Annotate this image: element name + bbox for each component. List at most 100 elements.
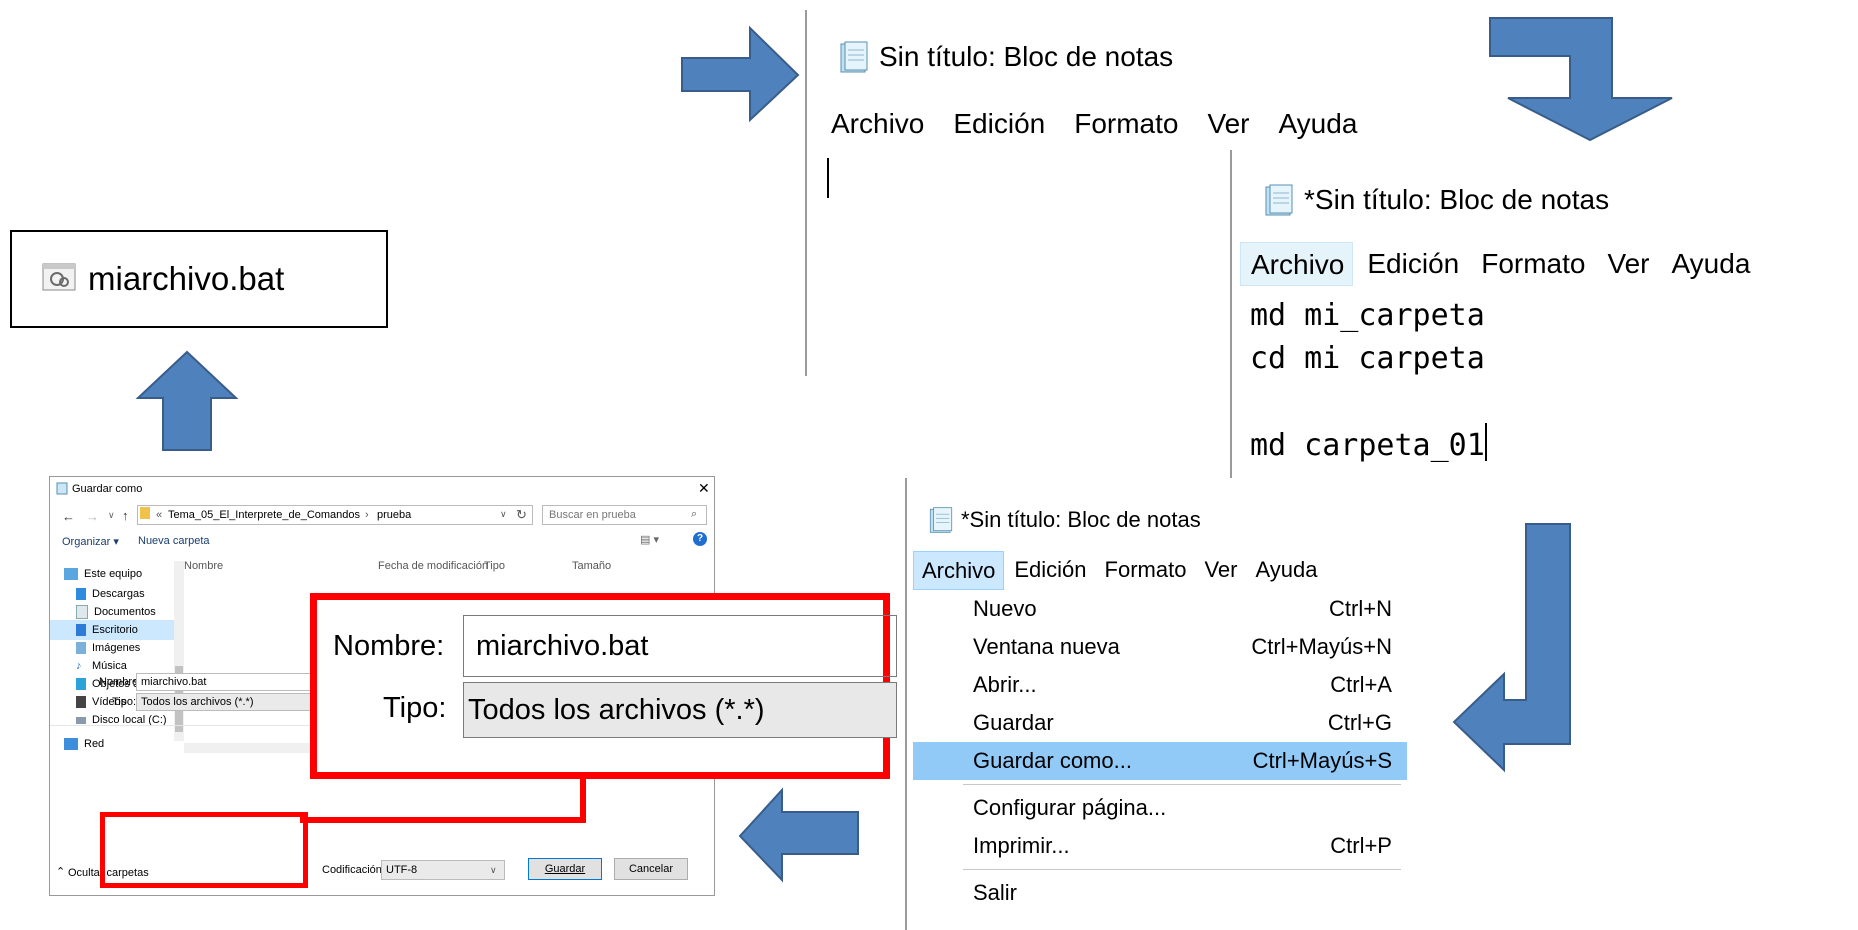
notepad-icon xyxy=(837,40,871,74)
menu-ayuda[interactable]: Ayuda xyxy=(1662,242,1759,286)
menu-ver[interactable]: Ver xyxy=(1196,551,1245,590)
menu-bar: Archivo Edición Formato Ver Ayuda xyxy=(913,551,1327,590)
refresh-icon[interactable]: ↻ xyxy=(516,507,527,523)
text-caret xyxy=(827,158,829,198)
column-header-name[interactable]: Nombre xyxy=(184,560,223,572)
zoom-name-label: Nombre: xyxy=(333,630,445,662)
chevron-down-icon: ∨ xyxy=(490,865,497,875)
nav-label: Imágenes xyxy=(92,642,141,654)
desktop-icon xyxy=(76,624,86,636)
menu-item-shortcut: Ctrl+Mayús+S xyxy=(1252,748,1392,773)
menu-edicion[interactable]: Edición xyxy=(1006,551,1094,590)
column-header-size[interactable]: Tamaño xyxy=(572,560,611,572)
zoom-file-name-input[interactable]: miarchivo.bat xyxy=(463,615,897,677)
menu-item-configurar-pagina[interactable]: Configurar página... xyxy=(913,789,1407,827)
menu-item-label: Nuevo xyxy=(973,596,1037,621)
zoom-file-type-select[interactable]: Todos los archivos (*.*) xyxy=(463,682,897,738)
column-header-date[interactable]: Fecha de modificación xyxy=(378,560,488,572)
nav-item-musica[interactable]: ♪ Música xyxy=(76,656,127,676)
view-options-icon[interactable]: ▤ ▾ xyxy=(640,533,659,546)
menu-bar: Archivo Edición Formato Ver Ayuda xyxy=(831,108,1386,140)
menu-archivo[interactable]: Archivo xyxy=(1240,242,1354,286)
menu-item-abrir[interactable]: Abrir... Ctrl+A xyxy=(913,666,1407,704)
encoding-select[interactable]: UTF-8 ∨ xyxy=(381,860,505,880)
menu-ayuda[interactable]: Ayuda xyxy=(1279,108,1358,140)
up-icon[interactable]: ↑ xyxy=(122,508,129,523)
search-input[interactable]: Buscar en prueba ⌕ xyxy=(542,505,707,525)
menu-item-shortcut: Ctrl+G xyxy=(1327,710,1392,735)
menu-item-ventana-nueva[interactable]: Ventana nueva Ctrl+Mayús+N xyxy=(913,628,1407,666)
chevron-down-icon[interactable]: ∨ xyxy=(500,509,507,520)
help-icon[interactable]: ? xyxy=(693,532,707,546)
type-label: Tipo: xyxy=(112,696,137,708)
nav-item-escritorio[interactable]: Escritorio xyxy=(50,620,178,640)
menu-formato[interactable]: Formato xyxy=(1074,108,1178,140)
menu-item-label: Guardar como... xyxy=(973,748,1132,773)
archivo-dropdown-menu: Nuevo Ctrl+N Ventana nueva Ctrl+Mayús+N Ab… xyxy=(913,590,1407,912)
menu-ver[interactable]: Ver xyxy=(1207,108,1249,140)
menu-archivo[interactable]: Archivo xyxy=(913,551,1005,590)
forward-icon[interactable]: → xyxy=(86,509,99,524)
nav-item-descargas[interactable]: Descargas xyxy=(76,584,145,604)
encoding-value: UTF-8 xyxy=(386,864,418,876)
cube-icon xyxy=(76,678,86,690)
file-name[interactable]: miarchivo.bat xyxy=(88,260,284,298)
breadcrumb-folder[interactable]: Tema_05_El_Interprete_de_Comandos xyxy=(168,509,360,521)
code-line: md carpeta_01 xyxy=(1250,423,1487,467)
menu-item-shortcut: Ctrl+A xyxy=(1330,672,1392,697)
nav-label: Red xyxy=(84,738,105,750)
menu-separator xyxy=(963,869,1401,870)
notepad-icon xyxy=(56,482,68,498)
search-icon[interactable]: ⌕ xyxy=(691,508,697,521)
menu-edicion[interactable]: Edición xyxy=(953,108,1045,140)
zoom-file-type-value: Todos los archivos (*.*) xyxy=(468,693,765,726)
nav-item-imagenes[interactable]: Imágenes xyxy=(76,638,140,658)
nav-item-disco-local[interactable]: Disco local (C:) xyxy=(76,710,167,730)
chevron-up-icon[interactable]: ⌃ xyxy=(56,865,65,878)
notepad-icon xyxy=(1262,183,1296,217)
address-bar[interactable]: « Tema_05_El_Interprete_de_Comandos › pr… xyxy=(137,505,533,525)
menu-item-nuevo[interactable]: Nuevo Ctrl+N xyxy=(913,590,1407,628)
notepad-code-window: *Sin título: Bloc de notas Archivo Edici… xyxy=(1230,150,1858,480)
small-highlight-box xyxy=(100,812,308,888)
nav-label: Música xyxy=(92,660,127,672)
back-icon[interactable]: ← xyxy=(62,509,75,524)
nav-item-este-equipo[interactable]: Este equipo xyxy=(64,564,142,584)
nav-label: Descargas xyxy=(92,588,145,600)
menu-item-imprimir[interactable]: Imprimir... Ctrl+P xyxy=(913,827,1407,865)
menu-formato[interactable]: Formato xyxy=(1097,551,1195,590)
cancel-button[interactable]: Cancelar xyxy=(614,858,688,880)
menu-item-label: Salir xyxy=(973,880,1018,905)
nav-scrollbar[interactable] xyxy=(174,561,184,741)
nav-item-documentos[interactable]: Documentos xyxy=(76,602,156,622)
folder-icon xyxy=(140,507,150,519)
close-icon[interactable]: ✕ xyxy=(698,480,710,497)
arrow-elbow-left xyxy=(1452,523,1571,773)
batch-file-icon xyxy=(42,262,76,297)
menu-archivo[interactable]: Archivo xyxy=(831,108,924,140)
network-icon xyxy=(64,738,78,750)
chevron-down-icon[interactable]: ∨ xyxy=(108,510,115,521)
menu-formato[interactable]: Formato xyxy=(1471,242,1593,286)
nav-item-red[interactable]: Red xyxy=(64,734,104,754)
breadcrumb-folder[interactable]: prueba xyxy=(377,509,411,521)
notepad-icon xyxy=(927,506,955,534)
text-editor[interactable]: md mi_carpeta cd mi carpeta md carpeta_01 xyxy=(1250,294,1487,467)
code-line-text: md carpeta_01 xyxy=(1250,428,1485,463)
menu-item-guardar[interactable]: Guardar Ctrl+G xyxy=(913,704,1407,742)
document-icon xyxy=(76,605,88,619)
menu-ver[interactable]: Ver xyxy=(1597,242,1657,286)
text-caret xyxy=(1484,423,1487,461)
organize-button[interactable]: Organizar ▾ xyxy=(62,535,119,548)
column-header-type[interactable]: Tipo xyxy=(484,560,505,572)
menu-item-guardar-como[interactable]: Guardar como... Ctrl+Mayús+S xyxy=(913,742,1407,780)
code-line: md mi_carpeta xyxy=(1250,298,1485,333)
result-file-box: miarchivo.bat xyxy=(10,230,388,328)
menu-ayuda[interactable]: Ayuda xyxy=(1247,551,1325,590)
menu-item-salir[interactable]: Salir xyxy=(913,874,1407,912)
menu-edicion[interactable]: Edición xyxy=(1357,242,1467,286)
new-folder-button[interactable]: Nueva carpeta xyxy=(138,535,210,547)
save-button[interactable]: Guardar xyxy=(528,858,602,880)
menu-item-shortcut: Ctrl+P xyxy=(1330,833,1392,858)
